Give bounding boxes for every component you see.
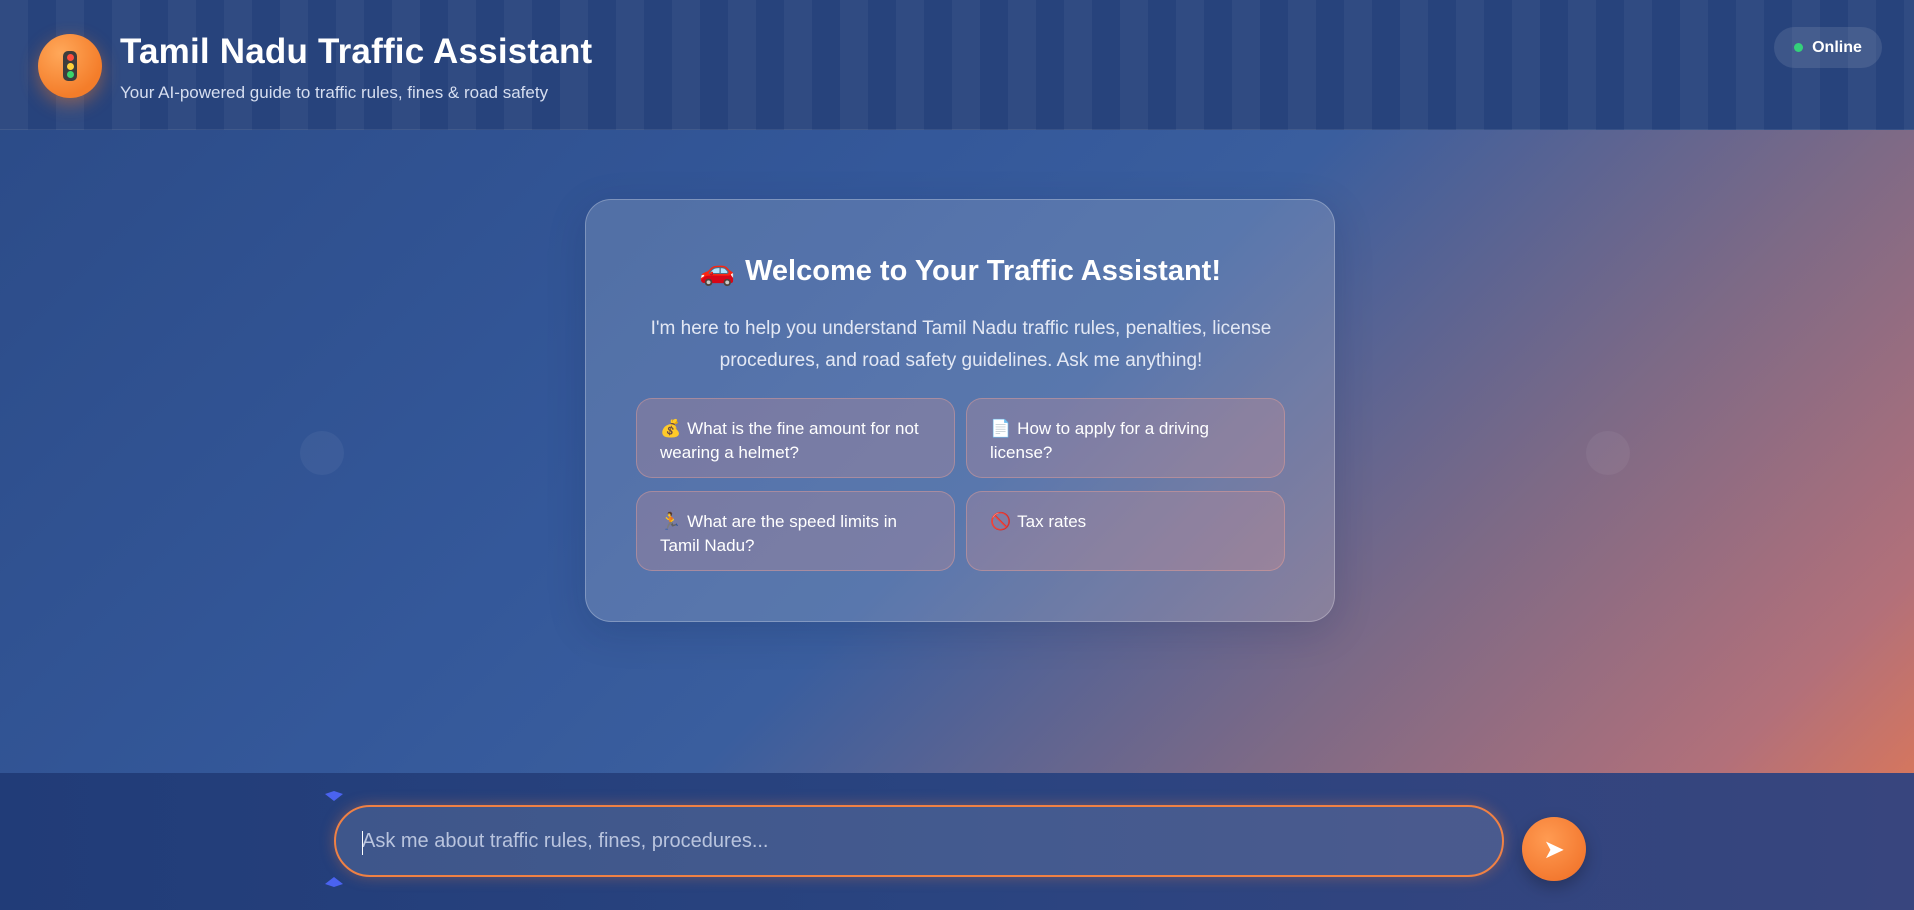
red-lamp [66,54,74,62]
car-icon: 🚗 [698,255,736,287]
welcome-title-text: Welcome to Your Traffic Assistant! [745,255,1222,287]
suggestion-label: What is the fine amount for not wearing … [660,419,919,462]
traffic-light-icon [38,34,102,98]
running-person-icon: 🏃 [660,512,682,531]
suggestion-tax-rates[interactable]: 🚫 Tax rates [966,491,1285,571]
suggestion-label: What are the speed limits in Tamil Nadu? [660,512,897,555]
text-caret [362,831,363,855]
resize-handle-top-icon[interactable] [324,790,344,802]
prohibited-icon: 🚫 [990,512,1012,531]
send-button[interactable]: ➤ [1522,817,1586,881]
suggestion-driving-license[interactable]: 📄 How to apply for a driving license? [966,398,1285,478]
document-icon: 📄 [990,419,1012,438]
app-title: Tamil Nadu Traffic Assistant [120,32,593,71]
decorative-circle-left [300,431,344,475]
app-subtitle: Your AI-powered guide to traffic rules, … [120,83,549,102]
welcome-text: I'm here to help you understand Tamil Na… [650,318,1272,371]
chat-input[interactable] [336,807,1502,875]
welcome-title: 🚗 Welcome to Your Traffic Assistant! [586,254,1334,288]
online-dot-icon [1794,43,1804,52]
suggestion-label: How to apply for a driving license? [990,419,1209,462]
decorative-circle-right [1586,431,1630,475]
traffic-light-body [63,51,77,81]
welcome-card: 🚗 Welcome to Your Traffic Assistant! I'm … [585,199,1335,622]
status-badge: Online [1774,27,1882,68]
suggestion-speed-limits[interactable]: 🏃 What are the speed limits in Tamil Nadu… [636,491,955,571]
yellow-lamp [66,62,74,70]
green-lamp [66,70,74,78]
chat-input-wrapper [334,805,1504,877]
status-label: Online [1812,38,1862,56]
money-bag-icon: 💰 [660,419,682,438]
suggestion-helmet-fine[interactable]: 💰 What is the fine amount for not wearing… [636,398,955,478]
resize-handle-bottom-icon[interactable] [324,876,344,888]
suggestion-label: Tax rates [1017,512,1087,531]
app-header: Tamil Nadu Traffic Assistant Your AI-pow… [0,0,1914,130]
send-arrow-icon: ➤ [1543,833,1565,864]
